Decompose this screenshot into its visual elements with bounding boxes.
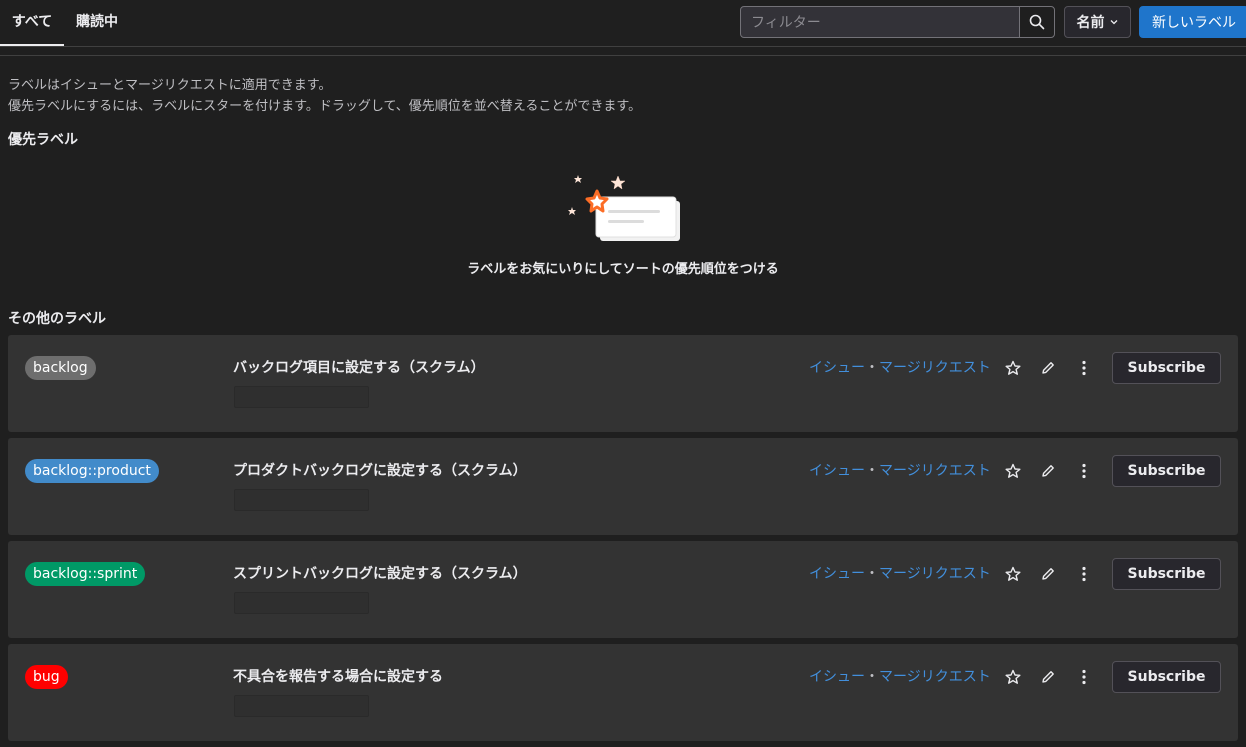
star-icon: [1005, 669, 1021, 684]
issues-link[interactable]: イシュー: [809, 566, 865, 582]
edit-button[interactable]: [1036, 459, 1060, 483]
label-pill[interactable]: backlog::product: [25, 459, 159, 483]
description-line-2: 優先ラベルにするには、ラベルにスターを付けます。ドラッグして、優先順位を並べ替え…: [8, 99, 642, 114]
more-actions-button[interactable]: [1072, 356, 1096, 380]
search-button[interactable]: [1019, 6, 1055, 38]
label-meta-placeholder: [234, 489, 369, 511]
issues-link[interactable]: イシュー: [809, 360, 865, 376]
star-icon: [1005, 360, 1021, 375]
label-links: イシュー・マージリクエスト: [809, 460, 991, 480]
edit-button[interactable]: [1036, 562, 1060, 586]
label-links: イシュー・マージリクエスト: [809, 563, 991, 583]
link-separator: ・: [865, 566, 879, 582]
link-separator: ・: [865, 669, 879, 685]
more-actions-button[interactable]: [1072, 459, 1096, 483]
label-row: backlog::product プロダクトバックログに設定する（スクラム） イ…: [8, 438, 1238, 535]
label-links: イシュー・マージリクエスト: [809, 666, 991, 686]
subscribe-button[interactable]: Subscribe: [1112, 661, 1221, 693]
issues-link[interactable]: イシュー: [809, 669, 865, 685]
label-meta-placeholder: [234, 386, 369, 408]
priority-empty-text: ラベルをお気にいりにしてソートの優先順位をつける: [467, 262, 779, 277]
tab-all[interactable]: すべて: [0, 0, 64, 46]
label-links: イシュー・マージリクエスト: [809, 357, 991, 377]
label-pill[interactable]: bug: [25, 665, 68, 689]
link-separator: ・: [865, 463, 879, 479]
label-meta-placeholder: [234, 592, 369, 614]
merge-requests-link[interactable]: マージリクエスト: [879, 463, 991, 479]
label-pill[interactable]: backlog::sprint: [25, 562, 146, 586]
chevron-down-icon: [1110, 20, 1117, 25]
subscribe-button[interactable]: Subscribe: [1112, 352, 1221, 384]
label-meta-placeholder: [234, 695, 369, 717]
merge-requests-link[interactable]: マージリクエスト: [879, 360, 991, 376]
description-line-1: ラベルはイシューとマージリクエストに適用できます。: [8, 78, 332, 93]
new-label-button[interactable]: 新しいラベル: [1139, 6, 1246, 38]
pencil-icon: [1042, 465, 1054, 477]
more-actions-button[interactable]: [1072, 562, 1096, 586]
labels-toolbar: すべて 購読中 名前 新しいラベル: [0, 0, 1246, 47]
divider: [0, 55, 1246, 56]
other-labels-title: その他のラベル: [8, 311, 106, 327]
pencil-icon: [1042, 362, 1054, 374]
ellipsis-v-icon: [1082, 669, 1086, 685]
label-description: スプリントバックログに設定する（スクラム）: [233, 566, 527, 582]
label-row: backlog::sprint スプリントバックログに設定する（スクラム） イシ…: [8, 541, 1238, 638]
issues-link[interactable]: イシュー: [809, 463, 865, 479]
label-description: プロダクトバックログに設定する（スクラム）: [233, 463, 527, 479]
pencil-icon: [1042, 568, 1054, 580]
label-description: バックログ項目に設定する（スクラム）: [233, 360, 485, 376]
star-button[interactable]: [1001, 459, 1025, 483]
link-separator: ・: [865, 360, 879, 376]
edit-button[interactable]: [1036, 356, 1060, 380]
label-description: 不具合を報告する場合に設定する: [233, 669, 443, 685]
tab-subscribed[interactable]: 購読中: [64, 0, 130, 46]
subscribe-button[interactable]: Subscribe: [1112, 558, 1221, 590]
star-button[interactable]: [1001, 356, 1025, 380]
ellipsis-v-icon: [1082, 566, 1086, 582]
sort-label: 名前: [1076, 15, 1105, 31]
edit-button[interactable]: [1036, 665, 1060, 689]
filter-input[interactable]: [740, 6, 1020, 38]
star-button[interactable]: [1001, 562, 1025, 586]
star-icon: [1005, 463, 1021, 478]
priority-labels-title: 優先ラベル: [8, 132, 78, 148]
label-row: backlog バックログ項目に設定する（スクラム） イシュー・マージリクエスト…: [8, 335, 1238, 432]
ellipsis-v-icon: [1082, 360, 1086, 376]
star-button[interactable]: [1001, 665, 1025, 689]
empty-state-illustration: [568, 175, 680, 241]
ellipsis-v-icon: [1082, 463, 1086, 479]
search-icon: [1029, 14, 1045, 30]
more-actions-button[interactable]: [1072, 665, 1096, 689]
merge-requests-link[interactable]: マージリクエスト: [879, 669, 991, 685]
pencil-icon: [1042, 671, 1054, 683]
star-icon: [1005, 566, 1021, 581]
label-pill[interactable]: backlog: [25, 356, 96, 380]
label-row: bug 不具合を報告する場合に設定する イシュー・マージリクエスト Subscr…: [8, 644, 1238, 741]
merge-requests-link[interactable]: マージリクエスト: [879, 566, 991, 582]
sort-dropdown[interactable]: 名前: [1064, 6, 1131, 38]
subscribe-button[interactable]: Subscribe: [1112, 455, 1221, 487]
